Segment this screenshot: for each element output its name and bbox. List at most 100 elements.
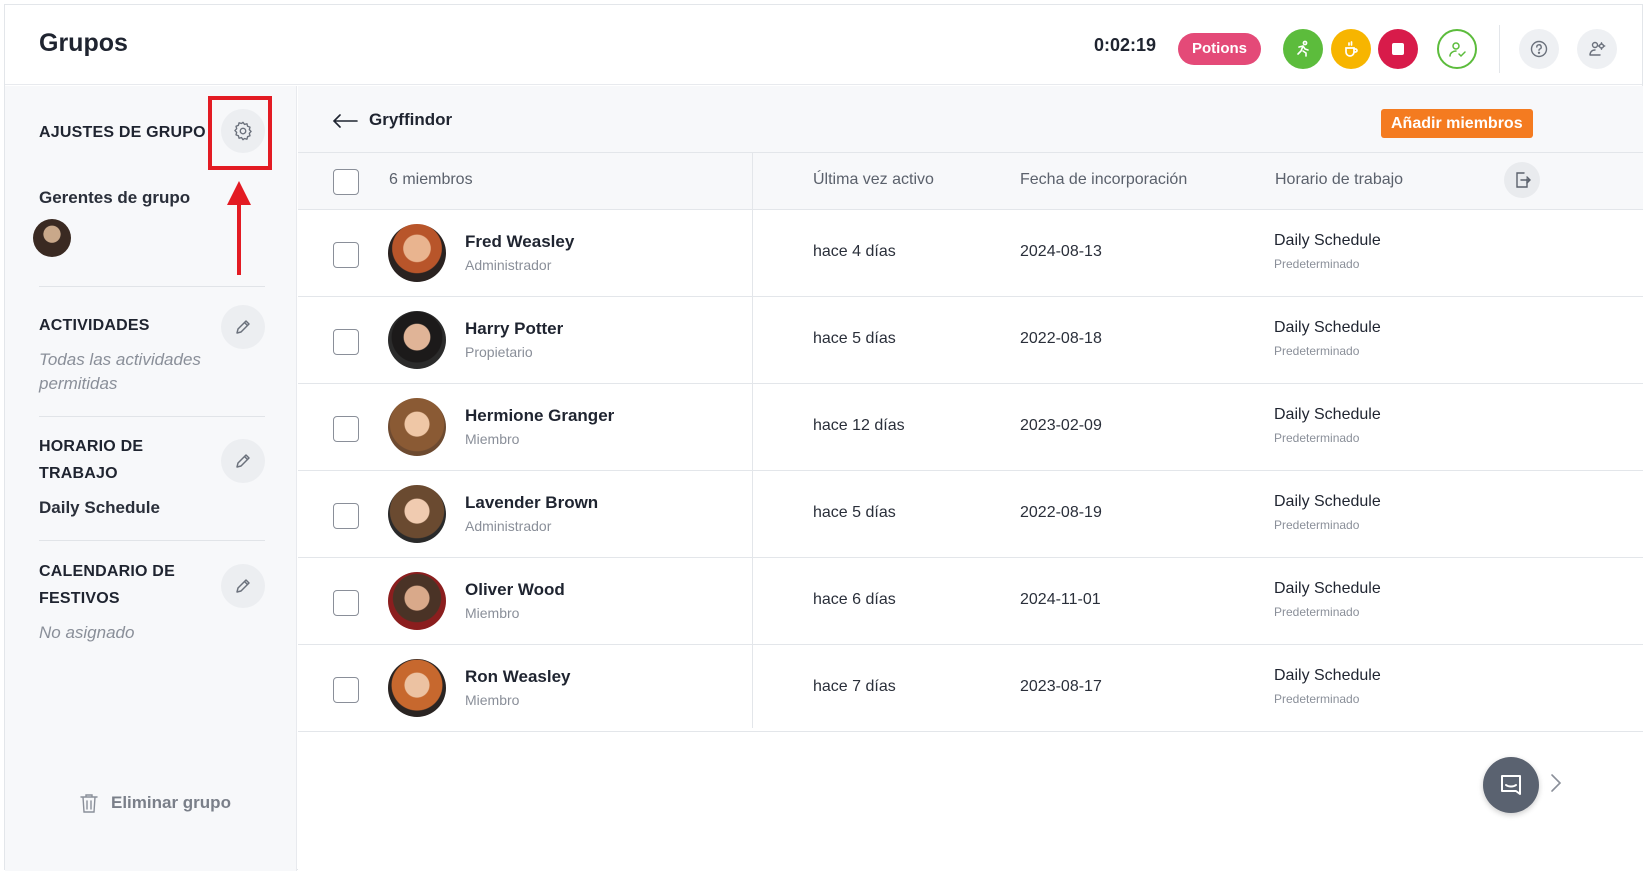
- group-name: Gryffindor: [369, 110, 453, 129]
- pencil-icon: [236, 579, 250, 593]
- members-count-header: 6 miembros: [389, 171, 473, 188]
- schedule-value: Daily Schedule: [39, 498, 160, 517]
- members-panel: Gryffindor Añadir miembros 6 miembros Úl…: [298, 86, 1643, 871]
- table-row[interactable]: Ron Weasley Miembro hace 7 días 2023-08-…: [298, 645, 1643, 732]
- delete-group-button[interactable]: Eliminar grupo: [79, 792, 231, 814]
- add-members-button[interactable]: Añadir miembros: [1381, 109, 1533, 138]
- table-row[interactable]: Hermione Granger Miembro hace 12 días 20…: [298, 384, 1643, 471]
- member-role: Miembro: [465, 605, 520, 621]
- header-divider: [1499, 25, 1500, 73]
- sidebar-divider: [39, 540, 265, 541]
- row-checkbox[interactable]: [333, 242, 359, 268]
- row-checkbox[interactable]: [333, 590, 359, 616]
- schedule-cell[interactable]: Daily Schedule: [1274, 667, 1381, 685]
- holidays-title-line2: FESTIVOS: [39, 590, 120, 607]
- break-button[interactable]: [1331, 29, 1371, 69]
- project-tag[interactable]: Potions: [1178, 33, 1261, 65]
- row-checkbox[interactable]: [333, 677, 359, 703]
- back-arrow-icon[interactable]: [332, 114, 358, 128]
- select-all-checkbox[interactable]: [333, 169, 359, 195]
- app-window: Grupos 0:02:19 Potions AJUSTES DE GRUPO …: [4, 4, 1643, 871]
- trash-icon: [80, 794, 98, 813]
- member-name[interactable]: Fred Weasley: [465, 232, 574, 252]
- join-date-cell: 2024-11-01: [1020, 591, 1101, 608]
- table-row[interactable]: Harry Potter Propietario hace 5 días 202…: [298, 297, 1643, 384]
- table-row[interactable]: Oliver Wood Miembro hace 6 días 2024-11-…: [298, 558, 1643, 645]
- schedule-cell[interactable]: Daily Schedule: [1274, 319, 1381, 337]
- member-name[interactable]: Hermione Granger: [465, 406, 614, 426]
- last-active-header[interactable]: Última vez activo: [813, 171, 934, 189]
- run-icon: [1297, 40, 1309, 57]
- stop-timer-button[interactable]: [1378, 29, 1418, 69]
- schedule-note: Predeterminado: [1274, 431, 1360, 445]
- join-date-cell: 2023-02-09: [1020, 417, 1102, 434]
- schedule-note: Predeterminado: [1274, 257, 1360, 271]
- manager-avatar[interactable]: [33, 219, 71, 257]
- account-settings-button[interactable]: [1577, 29, 1617, 69]
- sidebar-divider: [39, 416, 265, 417]
- chat-icon: [1501, 775, 1521, 795]
- delete-group-label: Eliminar grupo: [111, 793, 231, 812]
- member-name[interactable]: Harry Potter: [465, 319, 563, 339]
- help-button[interactable]: [1519, 29, 1559, 69]
- schedule-header[interactable]: Horario de trabajo: [1275, 171, 1403, 189]
- avatar: [388, 485, 446, 543]
- group-settings-title: AJUSTES DE GRUPO: [39, 124, 206, 141]
- member-role: Miembro: [465, 431, 520, 447]
- join-date-cell: 2023-08-17: [1020, 678, 1102, 695]
- schedule-cell[interactable]: Daily Schedule: [1274, 580, 1381, 598]
- page-title: Grupos: [39, 29, 128, 57]
- schedule-note: Predeterminado: [1274, 605, 1360, 619]
- member-name[interactable]: Oliver Wood: [465, 580, 565, 600]
- pencil-icon: [236, 320, 250, 334]
- coffee-icon: [1345, 41, 1358, 57]
- row-checkbox[interactable]: [333, 329, 359, 355]
- user-profile-button[interactable]: [1437, 29, 1477, 69]
- avatar: [388, 572, 446, 630]
- top-header: Grupos 0:02:19 Potions: [5, 5, 1642, 85]
- schedule-note: Predeterminado: [1274, 692, 1360, 706]
- activities-value: Todas las actividades permitidas: [39, 350, 201, 393]
- table-row[interactable]: Lavender Brown Administrador hace 5 días…: [298, 471, 1643, 558]
- member-role: Administrador: [465, 518, 552, 534]
- user-check-icon: [1449, 42, 1466, 58]
- edit-schedule-button[interactable]: [221, 439, 265, 483]
- table-header: 6 miembros Última vez activo Fecha de in…: [298, 153, 1643, 210]
- chevron-right-icon[interactable]: [1550, 773, 1562, 793]
- row-checkbox[interactable]: [333, 416, 359, 442]
- schedule-note: Predeterminado: [1274, 344, 1360, 358]
- join-date-header[interactable]: Fecha de incorporación: [1020, 171, 1187, 189]
- schedule-cell[interactable]: Daily Schedule: [1274, 232, 1381, 250]
- chat-support-button[interactable]: [1483, 757, 1539, 813]
- switch-activity-button[interactable]: [1283, 29, 1323, 69]
- avatar: [388, 224, 446, 282]
- schedule-title-line1: HORARIO DE: [39, 438, 144, 455]
- activities-title: ACTIVIDADES: [39, 317, 150, 334]
- group-topbar: Gryffindor Añadir miembros: [298, 86, 1643, 153]
- edit-activities-button[interactable]: [221, 305, 265, 349]
- schedule-cell[interactable]: Daily Schedule: [1274, 406, 1381, 424]
- last-active-cell: hace 6 días: [813, 591, 896, 608]
- last-active-cell: hace 7 días: [813, 678, 896, 695]
- settings-icon: [1589, 41, 1606, 56]
- row-checkbox[interactable]: [333, 503, 359, 529]
- column-divider: [752, 153, 753, 728]
- pencil-icon: [236, 454, 250, 468]
- member-name[interactable]: Ron Weasley: [465, 667, 571, 687]
- join-date-cell: 2022-08-19: [1020, 504, 1102, 521]
- edit-holidays-button[interactable]: [221, 564, 265, 608]
- avatar: [388, 659, 446, 717]
- last-active-cell: hace 4 días: [813, 243, 896, 260]
- last-active-cell: hace 5 días: [813, 330, 896, 347]
- sidebar-divider: [39, 286, 265, 287]
- table-row[interactable]: Fred Weasley Administrador hace 4 días 2…: [298, 210, 1643, 297]
- join-date-cell: 2024-08-13: [1020, 243, 1102, 260]
- member-role: Propietario: [465, 344, 533, 360]
- highlight-annotation: [208, 96, 272, 170]
- export-button[interactable]: [1504, 162, 1540, 198]
- last-active-cell: hace 12 días: [813, 417, 905, 434]
- member-role: Administrador: [465, 257, 552, 273]
- member-name[interactable]: Lavender Brown: [465, 493, 598, 513]
- avatar: [388, 311, 446, 369]
- schedule-cell[interactable]: Daily Schedule: [1274, 493, 1381, 511]
